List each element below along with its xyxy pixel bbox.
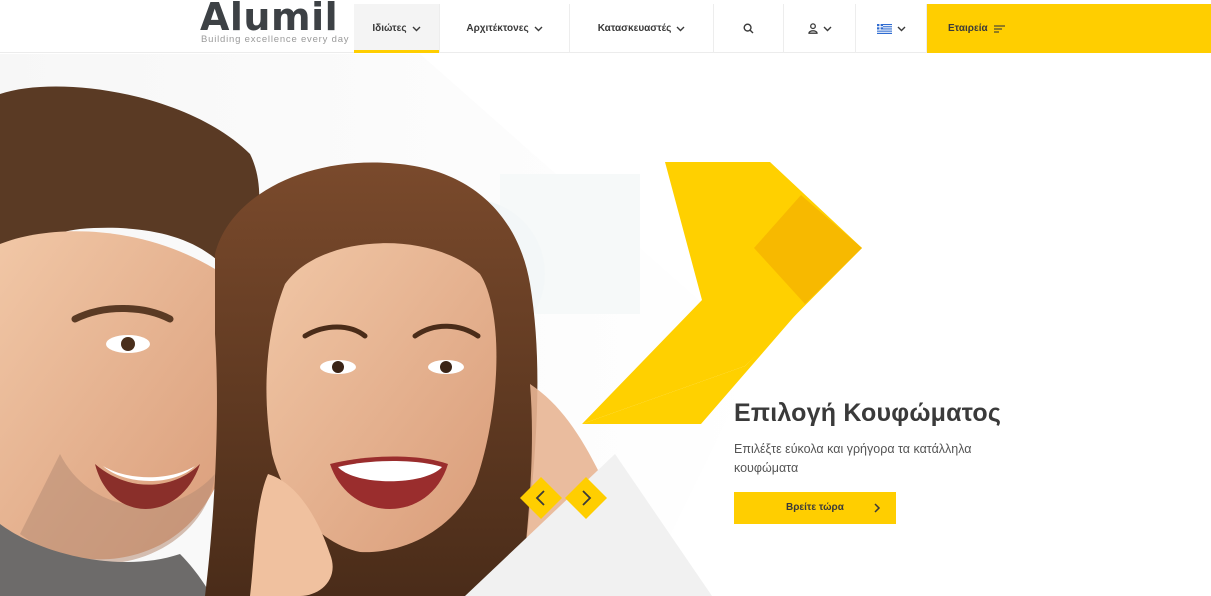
cta-label: Βρείτε τώρα bbox=[786, 502, 844, 513]
chevron-down-icon bbox=[534, 26, 543, 31]
hero-banner: Επιλογή Κουφώματος Επιλέξτε εύκολα και γ… bbox=[0, 54, 1211, 596]
company-label: Εταιρεία bbox=[948, 23, 988, 34]
search-button[interactable] bbox=[714, 4, 784, 53]
chevron-down-icon bbox=[823, 26, 831, 31]
menu-lines-icon bbox=[993, 24, 1005, 33]
hero-title: Επιλογή Κουφώματος bbox=[734, 399, 1002, 427]
logo-wordmark: Alumil bbox=[200, 0, 339, 39]
nav-label: Κατασκευαστές bbox=[597, 23, 672, 34]
alumil-logo[interactable]: Alumil Building excellence every day bbox=[200, 0, 349, 49]
nav-item-architects[interactable]: Αρχιτέκτονες bbox=[440, 4, 570, 53]
logo-tagline: Building excellence every day bbox=[201, 34, 350, 45]
user-icon bbox=[807, 23, 818, 34]
find-now-button[interactable]: Βρείτε τώρα bbox=[734, 492, 896, 524]
nav-item-manufacturers[interactable]: Κατασκευαστές bbox=[570, 4, 714, 53]
hero-text-block: Επιλογή Κουφώματος Επιλέξτε εύκολα και γ… bbox=[734, 399, 1074, 478]
company-menu-button[interactable]: Εταιρεία bbox=[927, 4, 1211, 53]
site-header: Alumil Building excellence every day Ιδι… bbox=[0, 0, 1211, 53]
hero-subtitle: Επιλέξτε εύκολα και γρήγορα τα κατάλληλα… bbox=[734, 442, 972, 475]
chevron-down-icon bbox=[412, 26, 421, 31]
greek-flag-icon bbox=[876, 23, 892, 34]
nav-item-individuals[interactable]: Ιδιώτες bbox=[354, 4, 440, 53]
search-icon bbox=[743, 23, 754, 34]
nav-label: Ιδιώτες bbox=[372, 23, 407, 34]
language-selector[interactable] bbox=[856, 4, 927, 53]
chevron-right-icon bbox=[874, 503, 881, 513]
chevron-down-icon bbox=[676, 26, 685, 31]
nav-label: Αρχιτέκτονες bbox=[466, 23, 529, 34]
chevron-down-icon bbox=[897, 26, 905, 31]
slider-prev-button[interactable] bbox=[520, 477, 562, 519]
user-menu-button[interactable] bbox=[784, 4, 856, 53]
slider-next-button[interactable] bbox=[565, 477, 607, 519]
